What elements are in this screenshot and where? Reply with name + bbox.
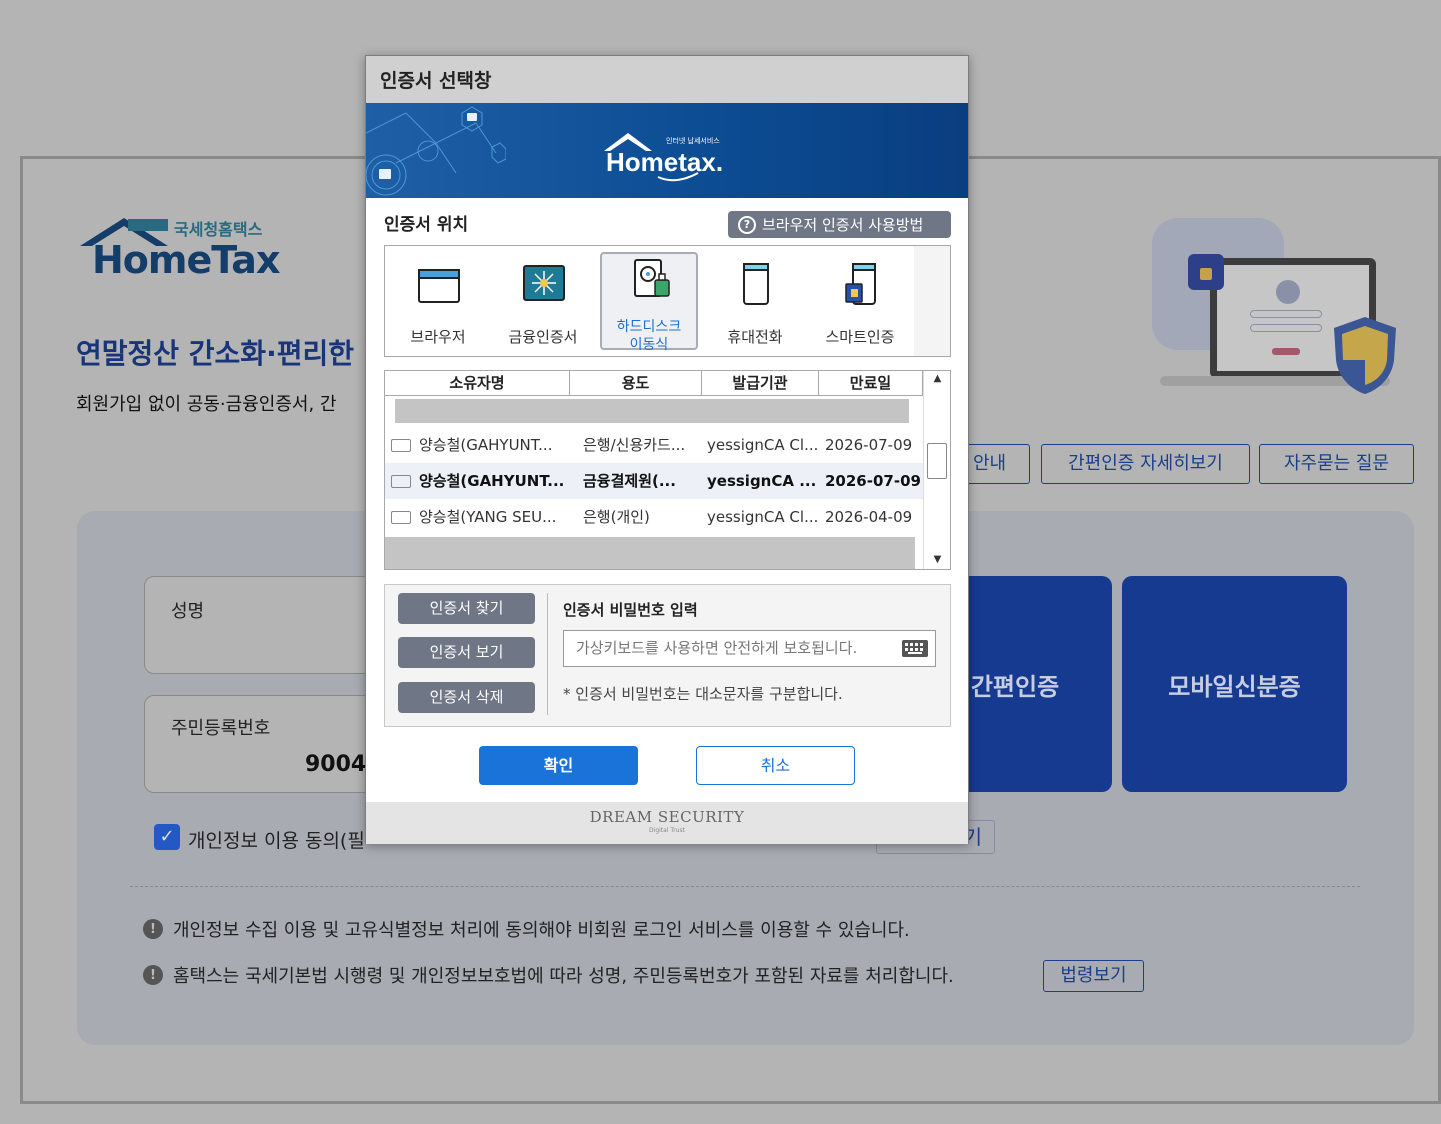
cancel-button[interactable]: 취소 <box>696 746 855 785</box>
banner-brand: Hometax. <box>606 147 723 177</box>
location-label: 하드디스크 이동식 <box>616 319 682 353</box>
cell-issuer: yessignCA ... <box>707 472 817 490</box>
dialog-title: 인증서 선택창 <box>366 56 968 103</box>
cell-expiry: 2026-07-09 <box>825 472 921 490</box>
masked-row <box>385 537 915 569</box>
browser-cert-help-button[interactable]: ? 브라우저 인증서 사용방법 <box>728 211 951 238</box>
shield-icon <box>1334 317 1396 394</box>
password-placeholder: 가상키보드를 사용하면 안전하게 보호됩니다. <box>576 639 858 657</box>
cell-usage: 은행/신용카드... <box>583 436 686 454</box>
divider <box>130 886 1360 887</box>
location-label: 금융인증서 <box>508 328 578 346</box>
help-button-label: 브라우저 인증서 사용방법 <box>762 216 924 234</box>
page-headline: 연말정산 간소화·편리한 <box>76 337 354 370</box>
location-mobile-phone[interactable]: 휴대전화 <box>706 252 804 350</box>
browser-window-icon <box>418 269 460 303</box>
password-input[interactable]: 가상키보드를 사용하면 안전하게 보호됩니다. <box>563 630 936 667</box>
column-usage[interactable]: 용도 <box>570 371 702 396</box>
notice-text: 개인정보 수집 이용 및 고유식별정보 처리에 동의해야 비회원 로그인 서비스… <box>173 920 910 941</box>
logo-english: HomeTax <box>92 238 280 282</box>
table-row[interactable]: 양승철(YANG SEU... 은행(개인) yessignCA Cl... 2… <box>385 499 923 535</box>
table-scrollbar[interactable]: ▲ ▼ <box>923 371 950 569</box>
exclamation-icon: ! <box>143 965 163 985</box>
certificate-icon <box>391 511 411 524</box>
notice-text: 홈택스는 국세기본법 시행령 및 개인정보보호법에 따라 성명, 주민등록번호가… <box>173 966 954 987</box>
cell-issuer: yessignCA Cl... <box>707 436 817 454</box>
scroll-down-icon[interactable]: ▼ <box>924 554 950 565</box>
cell-expiry: 2026-07-09 <box>825 436 913 454</box>
notice-item: ! 개인정보 수집 이용 및 고유식별정보 처리에 동의해야 비회원 로그인 서… <box>143 916 910 942</box>
scroll-thumb[interactable] <box>927 443 947 479</box>
question-icon: ? <box>738 215 756 234</box>
smart-auth-icon <box>845 263 876 305</box>
page-subline: 회원가입 없이 공동·금융인증서, 간 <box>76 394 337 415</box>
consent-checkbox[interactable]: ✓ <box>154 824 180 850</box>
cell-owner: 양승철(GAHYUNT... <box>419 436 553 454</box>
name-label: 성명 <box>171 601 205 622</box>
lock-icon <box>1188 254 1224 290</box>
hometax-logo[interactable]: 국세청홈택스 HomeTax <box>76 212 286 282</box>
faq-button[interactable]: 자주묻는 질문 <box>1259 444 1414 484</box>
location-financial-cert[interactable]: 금융인증서 <box>494 252 592 350</box>
exclamation-icon: ! <box>143 919 163 939</box>
column-owner[interactable]: 소유자명 <box>385 371 570 396</box>
notice-item: ! 홈택스는 국세기본법 시행령 및 개인정보보호법에 따라 성명, 주민등록번… <box>143 962 954 988</box>
user-icon <box>1276 280 1300 304</box>
vendor-tagline: Digital Trust <box>649 827 685 834</box>
location-nav: › ‹ <box>914 246 950 356</box>
location-smart-auth[interactable]: 스마트인증 <box>811 252 909 350</box>
security-illustration <box>1150 216 1410 396</box>
cert-location-selector: 브라우저 금융인증서 하드디스크 이동식 휴대전화 스마트인증 <box>384 245 951 357</box>
mobile-phone-icon <box>743 263 769 305</box>
cell-usage: 은행(개인) <box>583 508 650 526</box>
hometax-banner-logo: Hometax. 인터넷 납세서비스 <box>604 133 723 182</box>
network-decoration-icon <box>366 106 506 196</box>
cell-expiry: 2026-04-09 <box>825 508 913 526</box>
certificate-table: 소유자명 용도 발급기관 만료일 양승철(GAHYUNT... 은행/신용카드.… <box>384 370 951 570</box>
simple-auth-detail-button[interactable]: 간편인증 자세히보기 <box>1041 444 1250 484</box>
password-note: * 인증서 비밀번호는 대소문자를 구분합니다. <box>563 685 843 703</box>
scroll-up-icon[interactable]: ▲ <box>924 373 950 384</box>
location-label: 브라우저 <box>410 328 466 346</box>
financial-cert-icon <box>523 265 565 301</box>
name-field[interactable]: 성명 <box>144 576 374 674</box>
location-label: 휴대전화 <box>727 328 783 346</box>
certificate-selection-dialog: 인증서 선택창 Hometax. 인터넷 납세서비스 인증서 위치 ? 브라우저… <box>365 55 969 844</box>
logo-korean: 국세청홈택스 <box>174 220 263 239</box>
location-harddisk-usb[interactable]: 하드디스크 이동식 <box>600 252 698 353</box>
consent-label: 개인정보 이용 동의(필 <box>188 830 365 852</box>
table-row[interactable]: 양승철(GAHYUNT... 금융결제원(... yessignCA ... 2… <box>385 463 923 499</box>
column-expiry[interactable]: 만료일 <box>819 371 923 396</box>
find-cert-button[interactable]: 인증서 찾기 <box>398 593 535 624</box>
mobile-id-button[interactable]: 모바일신분증 <box>1122 576 1347 792</box>
divider <box>547 593 548 715</box>
keyboard-icon[interactable] <box>902 640 928 657</box>
banner-tagline: 인터넷 납세서비스 <box>666 136 720 145</box>
view-cert-button[interactable]: 인증서 보기 <box>398 637 535 668</box>
vendor-logo: DREAM SECURITY <box>589 808 745 826</box>
harddisk-usb-icon <box>634 259 670 297</box>
certificate-icon <box>391 439 411 452</box>
rrn-field[interactable]: 주민등록번호 90041 <box>144 695 382 793</box>
cell-usage: 금융결제원(... <box>583 472 676 490</box>
cell-owner: 양승철(GAHYUNT... <box>419 472 565 490</box>
cell-issuer: yessignCA Cl... <box>707 508 817 526</box>
hometax-banner: Hometax. 인터넷 납세서비스 <box>366 103 968 198</box>
confirm-button[interactable]: 확인 <box>479 746 638 785</box>
password-section: 인증서 찾기 인증서 보기 인증서 삭제 인증서 비밀번호 입력 가상키보드를 … <box>384 584 951 727</box>
cell-owner: 양승철(YANG SEU... <box>419 508 557 526</box>
location-label: 스마트인증 <box>825 328 895 346</box>
table-row[interactable]: 양승철(GAHYUNT... 은행/신용카드... yessignCA Cl..… <box>385 427 923 463</box>
law-view-button[interactable]: 법령보기 <box>1043 960 1144 992</box>
cert-location-label: 인증서 위치 <box>384 215 469 235</box>
location-browser[interactable]: 브라우저 <box>389 252 487 350</box>
password-title: 인증서 비밀번호 입력 <box>563 601 698 619</box>
masked-row <box>395 399 909 423</box>
delete-cert-button[interactable]: 인증서 삭제 <box>398 682 535 713</box>
column-issuer[interactable]: 발급기관 <box>702 371 819 396</box>
certificate-icon <box>391 475 411 488</box>
table-header: 소유자명 용도 발급기관 만료일 <box>385 371 923 396</box>
rrn-label: 주민등록번호 <box>171 718 271 739</box>
dialog-footer: DREAM SECURITY Digital Trust <box>366 802 968 844</box>
